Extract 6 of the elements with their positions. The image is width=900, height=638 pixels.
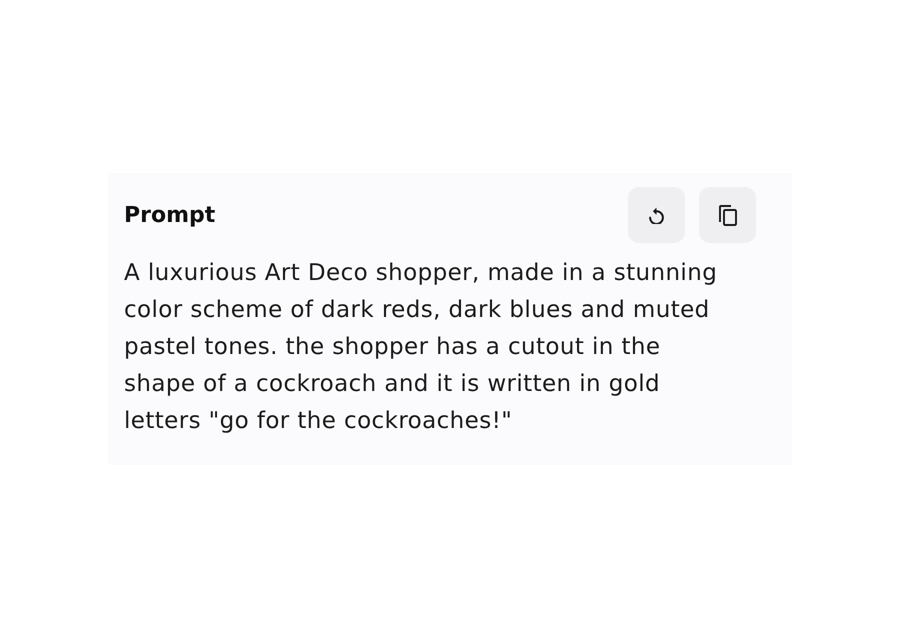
regenerate-button[interactable] bbox=[628, 187, 685, 243]
refresh-icon bbox=[649, 206, 664, 224]
copy-button[interactable] bbox=[699, 187, 756, 243]
prompt-text: A luxurious Art Deco shopper, made in a stunning color scheme of dark reds, dark blues and muted pastel tones. the shopper has a cutout in the shape of a cockroach and it is written in gold letters "go for the cockroaches!" bbox=[124, 259, 718, 436]
copy-icon bbox=[718, 204, 736, 226]
prompt-title: Prompt bbox=[124, 202, 216, 228]
